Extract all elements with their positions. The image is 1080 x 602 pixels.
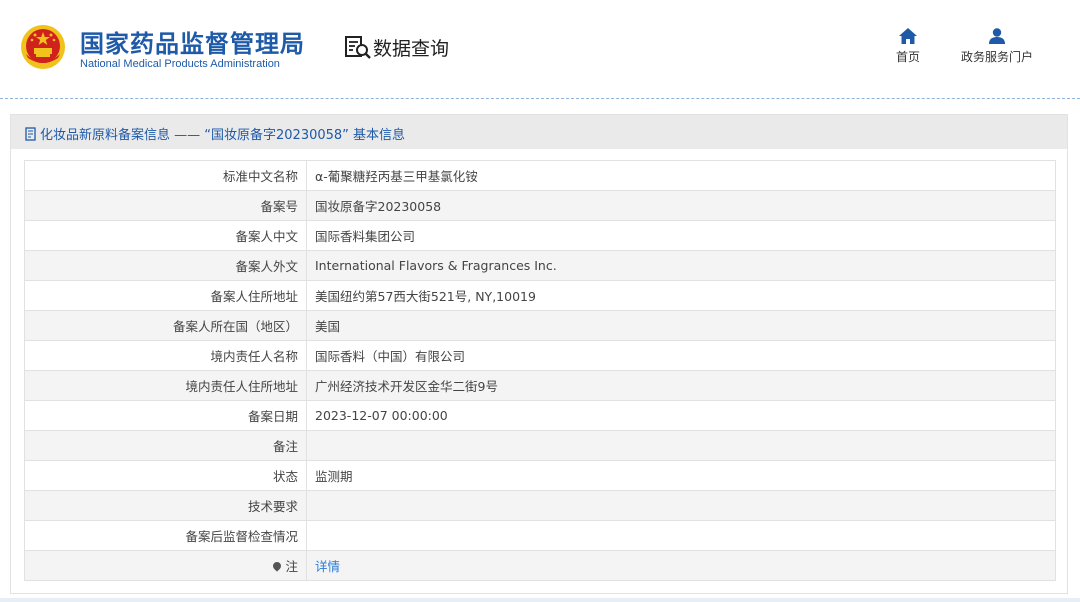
table-row: 境内责任人住所地址 广州经济技术开发区金华二街9号 xyxy=(24,370,1056,401)
header-divider xyxy=(0,98,1080,99)
table-row: 备注 xyxy=(24,430,1056,461)
row-label: 备案人所在国（地区） xyxy=(24,310,307,341)
table-row: 境内责任人名称 国际香料（中国）有限公司 xyxy=(24,340,1056,371)
row-label: 状态 xyxy=(24,460,307,491)
row-label: 备案后监督检查情况 xyxy=(24,520,307,551)
row-value: 监测期 xyxy=(306,460,1056,491)
row-label: 注 xyxy=(285,559,298,574)
row-value: 国际香料（中国）有限公司 xyxy=(306,340,1056,371)
details-link[interactable]: 详情 xyxy=(315,559,340,574)
row-value xyxy=(306,490,1056,521)
table-row: 备案人住所地址 美国纽约第57西大街521号, NY,10019 xyxy=(24,280,1056,311)
document-search-icon xyxy=(345,36,371,59)
info-panel: 化妆品新原料备案信息 —— “国妆原备字20230058” 基本信息 标准中文名… xyxy=(10,114,1068,594)
row-value: 国妆原备字20230058 xyxy=(306,190,1056,221)
org-name-cn: 国家药品监督管理局 xyxy=(80,30,305,58)
row-label: 境内责任人名称 xyxy=(24,340,307,371)
row-label: 标准中文名称 xyxy=(24,160,307,191)
row-label: 备案号 xyxy=(24,190,307,221)
user-icon xyxy=(989,28,1005,44)
row-value: 国际香料集团公司 xyxy=(306,220,1056,251)
row-value: 美国 xyxy=(306,310,1056,341)
panel-title-text: 化妆品新原料备案信息 —— “国妆原备字20230058” 基本信息 xyxy=(40,128,406,143)
table-row: 备案日期 2023-12-07 00:00:00 xyxy=(24,400,1056,431)
nav-service-portal-label: 政务服务门户 xyxy=(960,50,1033,64)
document-icon xyxy=(25,126,36,141)
table-row: 状态 监测期 xyxy=(24,460,1056,491)
row-value xyxy=(306,520,1056,551)
row-value: 详情 xyxy=(306,550,1056,581)
row-value: International Flavors & Fragrances Inc. xyxy=(306,250,1056,281)
data-query-label: 数据查询 xyxy=(373,37,450,60)
row-value: 美国纽约第57西大街521号, NY,10019 xyxy=(306,280,1056,311)
table-row: 备案人外文 International Flavors & Fragrances… xyxy=(24,250,1056,281)
table-row: 技术要求 xyxy=(24,490,1056,521)
site-header: 国家药品监督管理局 National Medical Products Admi… xyxy=(0,0,1080,100)
row-label: 境内责任人住所地址 xyxy=(24,370,307,401)
org-name-en: National Medical Products Administration xyxy=(80,58,280,70)
row-label: 备案日期 xyxy=(24,400,307,431)
panel-title: 化妆品新原料备案信息 —— “国妆原备字20230058” 基本信息 xyxy=(25,124,405,143)
nav-home[interactable]: 首页 xyxy=(886,28,930,65)
row-value: 2023-12-07 00:00:00 xyxy=(306,400,1056,431)
table-row: 注 详情 xyxy=(24,550,1056,581)
data-query-link[interactable]: 数据查询 xyxy=(344,33,449,61)
row-value xyxy=(306,430,1056,461)
row-value: α-葡聚糖羟丙基三甲基氯化铵 xyxy=(306,160,1056,191)
table-row: 备案人中文 国际香料集团公司 xyxy=(24,220,1056,251)
record-info-table: 标准中文名称 α-葡聚糖羟丙基三甲基氯化铵 备案号 国妆原备字20230058 … xyxy=(24,160,1056,581)
nav-home-label: 首页 xyxy=(895,50,920,64)
panel-header: 化妆品新原料备案信息 —— “国妆原备字20230058” 基本信息 xyxy=(11,115,1067,149)
row-value: 广州经济技术开发区金华二街9号 xyxy=(306,370,1056,401)
table-row: 备案人所在国（地区） 美国 xyxy=(24,310,1056,341)
row-label: 备案人中文 xyxy=(24,220,307,251)
row-label: 备注 xyxy=(24,430,307,461)
table-row: 备案号 国妆原备字20230058 xyxy=(24,190,1056,221)
nav-service-portal[interactable]: 政务服务门户 xyxy=(954,28,1040,65)
row-label: 备案人住所地址 xyxy=(24,280,307,311)
table-row: 备案后监督检查情况 xyxy=(24,520,1056,551)
row-label: 备案人外文 xyxy=(24,250,307,281)
home-icon xyxy=(899,28,917,44)
row-label: 技术要求 xyxy=(24,490,307,521)
note-label-cell: 注 xyxy=(24,550,307,581)
table-row: 标准中文名称 α-葡聚糖羟丙基三甲基氯化铵 xyxy=(24,160,1056,191)
national-emblem-icon xyxy=(21,25,65,69)
pin-icon xyxy=(271,560,284,572)
footer-divider xyxy=(0,598,1080,602)
